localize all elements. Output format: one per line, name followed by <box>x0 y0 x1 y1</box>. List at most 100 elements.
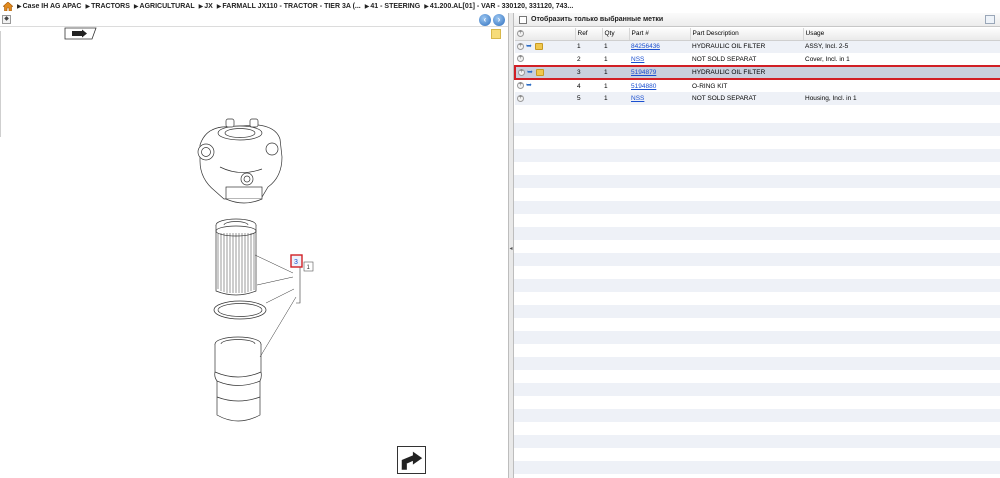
usage-cell <box>803 79 1000 92</box>
usage-cell <box>803 65 1000 80</box>
breadcrumb-item[interactable]: ▶FARMALL JX110 - TRACTOR - TIER 3A (... <box>217 3 361 10</box>
add-to-cart-icon[interactable]: + <box>517 94 524 102</box>
empty-row <box>514 279 1000 292</box>
add-to-cart-icon[interactable]: + <box>517 55 524 63</box>
table-row[interactable]: + ➥ 4 1 5194880 O-RING KIT <box>515 79 1000 92</box>
empty-row <box>514 175 1000 188</box>
column-header-part-number[interactable]: Part # <box>629 28 691 41</box>
description-cell: O-RING KIT <box>692 82 728 90</box>
breadcrumb-label: FARMALL JX110 - TRACTOR - TIER 3A (... <box>222 2 361 10</box>
show-selected-only-checkbox[interactable] <box>519 15 527 24</box>
filter-element-drawing <box>215 218 257 296</box>
row-icons: + ➥ <box>515 40 575 53</box>
part-number-link[interactable]: 5194880 <box>631 83 656 90</box>
table-row-selected[interactable]: + ➥ 3 1 5194879 HYDRAULIC OIL FILTER <box>514 65 1000 80</box>
description-cell: HYDRAULIC OIL FILTER <box>690 40 803 53</box>
column-header-ref[interactable]: Ref <box>575 28 603 41</box>
show-selected-only-label: Отобразить только выбранные метки <box>531 16 664 23</box>
add-to-cart-icon[interactable]: + <box>518 68 525 76</box>
usage-cell: Housing, Incl. in 1 <box>803 92 1000 105</box>
empty-row <box>514 136 1000 149</box>
o-ring-drawing <box>213 300 267 320</box>
empty-row <box>514 292 1000 305</box>
qty-cell: 1 <box>604 55 608 63</box>
part-number-link[interactable]: NSS <box>631 56 644 63</box>
description-cell: NOT SOLD SEPARAT <box>690 92 803 105</box>
row-icons: + <box>515 53 575 66</box>
part-number-link[interactable]: NSS <box>631 95 644 102</box>
breadcrumb-item[interactable]: ▶TRACTORS <box>86 3 130 10</box>
description-cell: NOT SOLD SEPARAT <box>692 55 757 63</box>
breadcrumb-item[interactable]: ▶AGRICULTURAL <box>134 3 195 10</box>
breadcrumb-item[interactable]: ▶Case IH AG APAC <box>17 3 82 10</box>
add-to-cart-icon[interactable]: + <box>517 43 524 51</box>
empty-row <box>514 318 1000 331</box>
next-sheet-icon[interactable] <box>397 446 426 474</box>
qty-cell: 1 <box>602 40 629 53</box>
qty-cell: 1 <box>602 92 629 105</box>
filter-bar: Отобразить только выбранные метки <box>514 13 1000 27</box>
breadcrumb-label: 41.200.AL[01] - VAR - 330120, 331120, 74… <box>429 2 574 10</box>
breadcrumb-item[interactable]: ▶JX <box>199 3 213 10</box>
empty-row <box>514 435 1000 448</box>
expand-all-icon[interactable]: + <box>517 30 524 38</box>
splitter-collapse-icon[interactable]: ◂ <box>509 242 513 256</box>
empty-row <box>514 383 1000 396</box>
home-icon[interactable] <box>3 1 13 11</box>
empty-row <box>514 396 1000 409</box>
usage-cell: Cover, Incl. in 1 <box>805 55 850 63</box>
empty-row <box>514 123 1000 136</box>
part-number-cell: 5194880 <box>629 79 690 92</box>
empty-row <box>514 227 1000 240</box>
service-tool-icon[interactable]: ➥ <box>526 43 533 50</box>
service-tool-icon[interactable]: ➥ <box>526 82 533 89</box>
exploded-parts-drawing: 3 1 <box>197 118 314 422</box>
grid-settings-icon[interactable] <box>985 15 995 24</box>
kit-box-icon[interactable] <box>535 43 543 51</box>
parts-list-pane: Отобразить только выбранные метки + Ref … <box>514 13 1000 478</box>
empty-row <box>514 422 1000 435</box>
next-drawing-button[interactable]: › <box>493 14 505 26</box>
row-icons: + ➥ <box>515 79 575 92</box>
previous-drawing-button[interactable]: ‹ <box>479 14 491 26</box>
breadcrumb-label: 41 - STEERING <box>370 2 421 10</box>
column-header-qty[interactable]: Qty <box>602 28 630 41</box>
select-all-header[interactable]: + <box>515 28 576 41</box>
breadcrumb-label: AGRICULTURAL <box>139 2 195 10</box>
add-to-cart-icon[interactable]: + <box>517 82 524 90</box>
drawing-toolbar: ◆ ‹ › <box>0 13 508 27</box>
empty-row <box>514 253 1000 266</box>
ref-cell: 1 <box>575 40 602 53</box>
ref-cell: 2 <box>577 55 581 63</box>
service-tool-icon[interactable]: ➥ <box>527 69 534 76</box>
table-row[interactable]: + 5 1 NSS NOT SOLD SEPARAT Housing, Incl… <box>515 92 1000 105</box>
kit-box-icon[interactable] <box>536 68 544 76</box>
empty-row <box>514 214 1000 227</box>
empty-row <box>514 461 1000 474</box>
part-number-link[interactable]: 84256436 <box>631 43 660 50</box>
column-header-description[interactable]: Part Description <box>690 28 804 41</box>
part-number-link[interactable]: 5194879 <box>631 69 656 76</box>
row-icons: + ➥ <box>514 65 575 80</box>
empty-row <box>514 305 1000 318</box>
column-header-usage[interactable]: Usage <box>803 28 1000 41</box>
breadcrumb-item[interactable]: ▶41.200.AL[01] - VAR - 330120, 331120, 7… <box>424 3 573 10</box>
table-row[interactable]: + ➥ 1 1 84256436 HYDRAULIC OIL FILTER ASS… <box>515 40 1000 53</box>
empty-row <box>514 448 1000 461</box>
row-icons: + <box>515 92 575 105</box>
breadcrumb-item[interactable]: ▶41 - STEERING <box>365 3 420 10</box>
pin-icon[interactable]: ◆ <box>2 15 11 24</box>
part-number-cell: 84256436 <box>629 40 690 53</box>
ref-cell: 4 <box>577 82 581 90</box>
table-row[interactable]: + 2 1 NSS NOT SOLD SEPARAT Cover, Incl. … <box>515 53 1000 66</box>
drawing-pane: ◆ ‹ › 3 1 <box>0 13 508 478</box>
ref-cell: 5 <box>575 92 602 105</box>
ref-cell: 3 <box>575 65 602 80</box>
empty-row <box>514 331 1000 344</box>
part-number-cell: NSS <box>629 53 690 66</box>
table-header-row: + Ref Qty Part # Part Description Usage <box>515 28 1000 41</box>
empty-row <box>514 409 1000 422</box>
part-number-cell: 5194879 <box>629 65 690 80</box>
part-number-cell: NSS <box>629 92 690 105</box>
qty-cell: 1 <box>604 82 608 90</box>
